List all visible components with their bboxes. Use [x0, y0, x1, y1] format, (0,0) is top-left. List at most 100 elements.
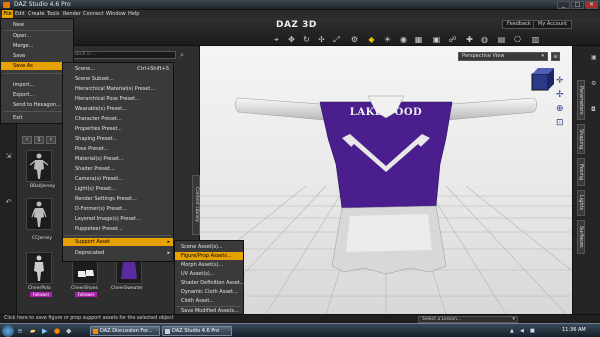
menu-cloth-asset[interactable]: Cloth Asset... [175, 297, 243, 305]
render-settings-icon[interactable]: ◍ [480, 35, 489, 44]
menu-uv-assets[interactable]: UV Asset(s)... [175, 270, 243, 278]
menu-pose-preset[interactable]: Pose Preset... [63, 145, 173, 153]
menu-lights-preset[interactable]: Light(s) Preset... [63, 185, 173, 193]
menu-properties-preset[interactable]: Properties Preset... [63, 125, 173, 133]
start-button[interactable] [2, 325, 14, 337]
menu-edit[interactable]: Edit [15, 10, 25, 18]
tray-volume-icon[interactable]: ◀ [520, 328, 526, 334]
tab-lights[interactable]: Lights [577, 190, 585, 216]
menu-figure-prop-assets[interactable]: Figure/Prop Assets... [175, 252, 243, 260]
task-daz-discussion[interactable]: DAZ Discussion For... [90, 326, 160, 336]
feedback-button[interactable]: Feedback [502, 20, 536, 29]
tab-posing[interactable]: Posing [577, 158, 585, 186]
status-bar: Click here to save figure or prop suppor… [0, 314, 600, 323]
minimize-button[interactable]: _ [557, 1, 570, 9]
geometry-editor-icon[interactable]: ▦ [414, 35, 423, 44]
menu-connect[interactable]: Connect [83, 10, 104, 18]
pin-icon[interactable]: ⇲ [3, 152, 14, 161]
camera-select[interactable]: Perspective View ▾ [458, 52, 548, 61]
menu-shaping-preset[interactable]: Shaping Preset... [63, 135, 173, 143]
viewport[interactable]: LAKEWOOD Perspective View ▾ ≡ ✛ ✢ ⊕ ⊡ [200, 46, 572, 314]
orbit-icon[interactable]: ✛ [556, 76, 568, 86]
menu-hier-material-preset[interactable]: Hierarchical Material(s) Preset... [63, 85, 173, 93]
folder-icon[interactable]: ▰ [30, 327, 38, 335]
search-input[interactable]: Search in ... [66, 51, 176, 59]
back-button[interactable]: ‹ [22, 136, 32, 144]
menu-morph-assets[interactable]: Morph Asset(s)... [175, 261, 243, 269]
menu-scene-assets[interactable]: Scene Asset(s)... [175, 243, 243, 251]
daz-icon[interactable]: ◆ [66, 327, 74, 335]
task-daz-studio[interactable]: DAZ Studio 4.6 Pro [162, 326, 232, 336]
surface-selection-icon[interactable]: ◆ [367, 35, 376, 44]
media-icon[interactable]: ▶ [42, 327, 50, 335]
thumbnail-bballjersey[interactable] [26, 150, 52, 182]
menu-support-asset[interactable]: Support Asset ▸ [63, 238, 173, 246]
close-button[interactable]: ✕ [585, 1, 598, 9]
active-pose-icon[interactable]: ☍ [448, 35, 457, 44]
menu-dformers-preset[interactable]: D-Former(s) Preset... [63, 205, 173, 213]
tray-network-icon[interactable]: ▲ [510, 328, 516, 334]
menu-wearables-preset[interactable]: Wearable(s) Preset... [63, 105, 173, 113]
render-library-icon[interactable]: ▤ [497, 35, 506, 44]
node-selection-icon[interactable]: ⌖ [272, 35, 281, 44]
camera-tool-icon[interactable]: ◉ [399, 35, 408, 44]
ie-icon[interactable]: e [18, 327, 26, 335]
next-button[interactable]: › [46, 136, 56, 144]
tab-surfaces[interactable]: Surfaces [577, 220, 585, 254]
menu-scene[interactable]: Scene... Ctrl+Shift+S [63, 65, 173, 73]
spot-render-icon[interactable]: ▣ [432, 35, 441, 44]
lesson-select[interactable]: Select a Lesson... ▾ [418, 316, 518, 323]
menu-open[interactable]: Open... [1, 32, 73, 40]
search-icon[interactable]: ⌕ [180, 51, 188, 59]
content-library-tab[interactable]: Content Library [192, 175, 200, 235]
menu-dynamic-cloth-asset[interactable]: Dynamic Cloth Asset... [175, 288, 243, 296]
frame-icon[interactable]: ⊡ [556, 118, 568, 128]
thumbnail-cheerpolo[interactable] [26, 252, 52, 284]
menu-shader-definition-asset[interactable]: Shader Definition Asset... [175, 279, 245, 287]
scale-tool-icon[interactable]: ⤢ [332, 35, 341, 44]
joint-editor-icon[interactable]: ⚙ [350, 35, 359, 44]
page-number[interactable]: 1 [34, 136, 44, 144]
menu-save[interactable]: Save [1, 52, 73, 60]
menu-layered-images-preset[interactable]: Layered Image(s) Preset... [63, 215, 173, 223]
menu-render[interactable]: Render [63, 10, 81, 18]
translate-tool-icon[interactable]: ✢ [317, 35, 326, 44]
viewport-options-icon[interactable]: ≡ [551, 52, 560, 61]
menu-tools[interactable]: Tools [47, 10, 59, 18]
universal-tool-icon[interactable]: ✥ [287, 35, 296, 44]
firefox-icon[interactable]: ● [54, 327, 62, 335]
menu-merge[interactable]: Merge... [1, 42, 73, 50]
menu-deprecated[interactable]: Deprecated ▸ [63, 249, 173, 257]
menu-character-preset[interactable]: Character Preset... [63, 115, 173, 123]
settings-icon[interactable]: ⚙ [591, 80, 599, 88]
menu-puppeteer-preset[interactable]: Puppeteer Preset... [63, 225, 173, 233]
lock-icon[interactable]: ◘ [591, 106, 599, 114]
rotate-tool-icon[interactable]: ↻ [302, 35, 311, 44]
camera-snapshot-icon[interactable]: ⎔ [513, 35, 522, 44]
menu-scene-subset[interactable]: Scene Subset... [63, 75, 173, 83]
menu-file[interactable]: File [2, 10, 13, 18]
tab-parameters[interactable]: Parameters [577, 80, 585, 120]
menu-shader-preset[interactable]: Shader Preset... [63, 165, 173, 173]
menu-render-settings-preset[interactable]: Render Settings Preset... [63, 195, 173, 203]
pan-icon[interactable]: ✢ [556, 90, 568, 100]
menu-create[interactable]: Create [28, 10, 45, 18]
pin-panel-icon[interactable]: ▣ [591, 54, 599, 62]
undo-icon[interactable]: ↶ [3, 198, 14, 207]
render-icon[interactable]: ✚ [465, 35, 474, 44]
light-tool-icon[interactable]: ☀ [383, 35, 392, 44]
tab-shaping[interactable]: Shaping [577, 124, 585, 154]
menu-window[interactable]: Window [106, 10, 126, 18]
menu-help[interactable]: Help [128, 10, 139, 18]
thumbnail-ccjersey[interactable] [26, 198, 52, 230]
maximize-button[interactable]: □ [571, 1, 584, 9]
menu-materials-preset[interactable]: Material(s) Preset... [63, 155, 173, 163]
my-account-button[interactable]: My Account [533, 20, 573, 29]
menu-new[interactable]: New [1, 21, 73, 29]
zoom-icon[interactable]: ⊕ [556, 104, 568, 114]
tray-power-icon[interactable]: ■ [530, 328, 536, 334]
render-window-icon[interactable]: ▥ [531, 35, 540, 44]
clock[interactable]: 11:36 AM [562, 327, 586, 333]
menu-hier-pose-preset[interactable]: Hierarchical Pose Preset... [63, 95, 173, 103]
menu-cameras-preset[interactable]: Camera(s) Preset... [63, 175, 173, 183]
